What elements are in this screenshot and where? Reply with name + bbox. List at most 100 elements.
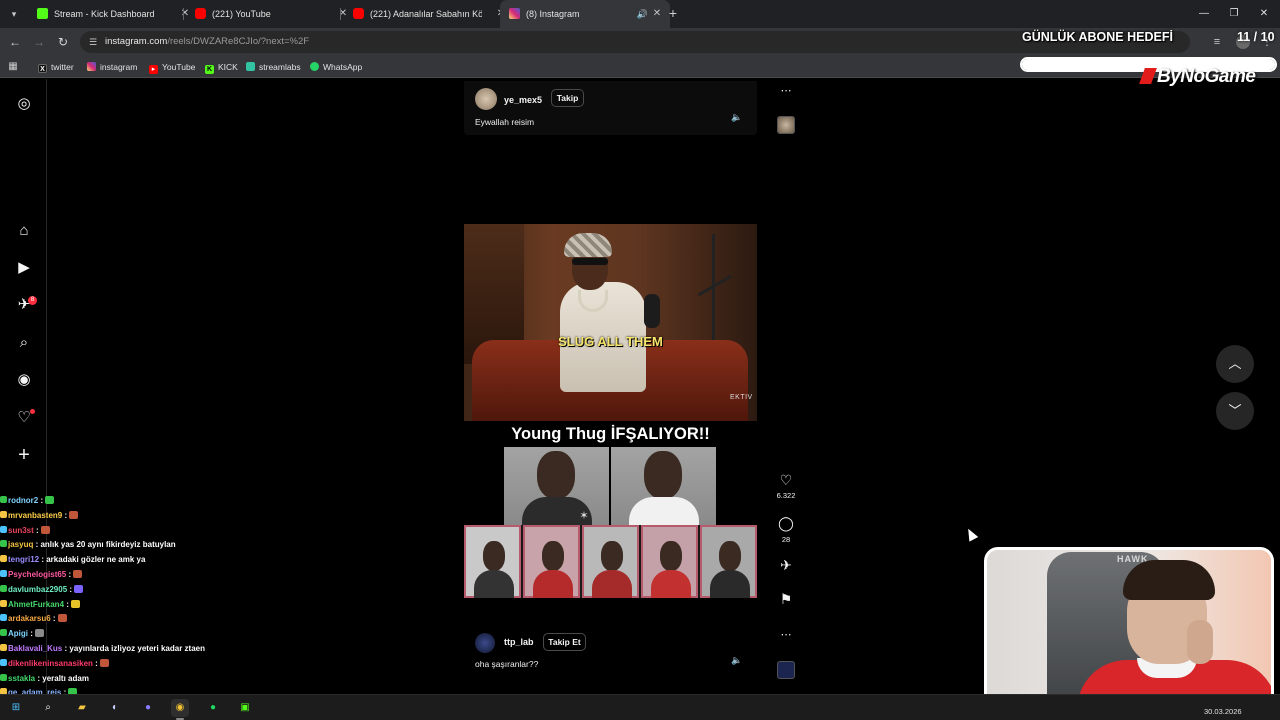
bookmark-streamlabs[interactable]: streamlabs	[246, 56, 301, 78]
mugshot-face	[719, 541, 741, 571]
chat-badge-icon	[0, 525, 7, 533]
tab-strip: ▾ Stream - Kick Dashboard ✕ (221) YouTub…	[0, 0, 1280, 28]
chat-badge-icon	[0, 599, 7, 607]
kick-icon: K	[205, 65, 214, 74]
spotify-icon[interactable]: ●	[204, 699, 222, 717]
instagram-logo-icon[interactable]: ◎	[15, 95, 33, 113]
mugshot-small	[700, 525, 757, 598]
mute-icon[interactable]: 🔈	[731, 654, 743, 666]
previous-reel-footer: ye_mex5 Takip Eywallah reisim 🔈	[464, 81, 757, 135]
tab-youtube-adanalilar[interactable]: (221) Adanalılar Sabahın Körün ✕	[344, 0, 514, 28]
reel-username[interactable]: ttp_lab	[504, 637, 534, 647]
site-info-icon[interactable]: ☰	[86, 35, 100, 49]
restore-button[interactable]: ❐	[1218, 0, 1250, 28]
forward-button[interactable]: →	[31, 34, 47, 50]
previous-reel-button[interactable]: ︿	[1216, 345, 1254, 383]
tab-instagram[interactable]: (8) Instagram 🔊 ✕	[500, 0, 670, 28]
kick-icon	[37, 8, 48, 19]
chat-badge-icon	[0, 584, 7, 592]
apps-grid-icon[interactable]: ▦	[7, 61, 19, 73]
chat-message: Apigi :	[0, 627, 45, 641]
tab-search-chevron-icon[interactable]: ▾	[5, 5, 23, 23]
bookmark-instagram[interactable]: instagram	[87, 56, 137, 78]
search-icon[interactable]: ⌕	[15, 334, 33, 352]
chat-badge-icon	[0, 510, 7, 518]
back-button[interactable]: ←	[7, 34, 23, 50]
mugshot-strip	[464, 525, 757, 598]
avatar[interactable]	[475, 633, 495, 653]
sunglasses	[572, 258, 608, 265]
avatar[interactable]	[475, 88, 497, 110]
tab-list-icon[interactable]: ≡	[1210, 35, 1224, 49]
comment-icon[interactable]: ◯	[777, 514, 795, 532]
bookmark-kick[interactable]: K KICK	[205, 56, 238, 78]
share-icon[interactable]: ✈	[777, 556, 795, 574]
tab-youtube[interactable]: (221) YouTube ✕	[186, 0, 356, 28]
url-host: instagram.com	[105, 36, 168, 47]
chat-username: jasyuq	[8, 540, 34, 550]
mute-icon[interactable]: 🔈	[731, 111, 743, 123]
bookmark-label: streamlabs	[259, 62, 301, 72]
mugshot-face	[542, 541, 564, 571]
chrome-icon[interactable]: ◉	[171, 699, 189, 720]
reels-icon[interactable]: ▶	[15, 259, 33, 277]
instagram-icon	[509, 8, 520, 19]
subscriber-goal-title: GÜNLÜK ABONE HEDEFİ	[1022, 30, 1173, 44]
reload-button[interactable]: ↻	[55, 34, 71, 50]
kick-app-icon[interactable]: ▣	[236, 699, 254, 717]
chat-message: jasyuq : anlık yas 20 aynı fikirdeyiz ba…	[0, 538, 176, 552]
like-icon[interactable]: ♡	[777, 471, 795, 489]
create-icon[interactable]: +	[15, 445, 33, 465]
follow-button[interactable]: Takip	[551, 89, 584, 107]
tab-title: Stream - Kick Dashboard	[54, 9, 155, 19]
close-tab-icon[interactable]: ✕	[650, 0, 664, 28]
chat-badge-icon	[0, 673, 7, 681]
chat-message: sun3st :	[0, 524, 50, 538]
tab-kick-dashboard[interactable]: Stream - Kick Dashboard ✕	[28, 0, 198, 28]
save-icon[interactable]: ⚑	[777, 590, 795, 608]
chat-username: sun3st	[8, 525, 34, 535]
streamer-hair	[1123, 560, 1215, 600]
chat-separator: :	[64, 599, 72, 609]
chat-emote-icon	[73, 570, 83, 578]
home-icon[interactable]: ⌂	[15, 222, 33, 240]
bookmark-twitter[interactable]: Xtwitter	[38, 56, 74, 78]
speaker-icon[interactable]: 🔊	[637, 0, 648, 28]
follow-button[interactable]: Takip Et	[543, 633, 586, 651]
person-hat	[564, 233, 612, 257]
reel-username[interactable]: ye_mex5	[504, 95, 542, 105]
chat-username: rodnor2	[8, 496, 39, 505]
video-subtitle: SLUG ALL THEM	[558, 334, 663, 349]
new-tab-button[interactable]: +	[664, 5, 682, 23]
chat-badge-icon	[0, 658, 7, 666]
search-icon[interactable]: ⌕	[39, 699, 57, 717]
explore-icon[interactable]: ◉	[15, 371, 33, 389]
url-path: /reels/DWZARe8CJIo/?next=%2F	[167, 36, 310, 47]
brand-name: ByNoGame	[1157, 66, 1256, 87]
obs-icon[interactable]: ◐	[106, 699, 124, 717]
reel-video[interactable]: SLUG ALL THEM EKTIV ✶ ✶ ✶ Young Thug İFŞ…	[464, 159, 757, 681]
minimize-button[interactable]: —	[1188, 0, 1220, 28]
bookmark-youtube[interactable]: ▸ YouTube	[149, 56, 195, 78]
start-icon[interactable]: ⊞	[7, 699, 25, 717]
chat-badge-icon	[0, 570, 7, 577]
audio-thumbnail[interactable]	[777, 116, 795, 134]
windows-taskbar: ⊞ ⌕ ▰ ◐ ● ◉ ● ▣ 30.03.2026	[0, 694, 1280, 720]
chat-separator: :	[67, 584, 75, 594]
discord-icon[interactable]: ●	[139, 699, 157, 717]
close-window-button[interactable]: ✕	[1248, 0, 1280, 28]
chat-separator: :	[28, 629, 36, 639]
chat-username: tengri12	[8, 555, 40, 565]
bookmark-whatsapp[interactable]: WhatsApp	[310, 56, 362, 78]
file-explorer-icon[interactable]: ▰	[73, 699, 91, 717]
more-options-icon[interactable]: ⋯	[777, 626, 795, 644]
chat-badge-icon	[0, 614, 7, 622]
chat-emote-icon	[40, 525, 50, 534]
x-icon: X	[38, 64, 47, 73]
audio-thumbnail[interactable]	[777, 661, 795, 679]
bookmark-label: WhatsApp	[323, 62, 363, 72]
next-reel-button[interactable]: ﹀	[1216, 392, 1254, 430]
chat-text: yeraltı adam	[42, 673, 89, 683]
chat-separator: :	[50, 614, 58, 624]
more-options-icon[interactable]: ⋯	[777, 82, 795, 100]
